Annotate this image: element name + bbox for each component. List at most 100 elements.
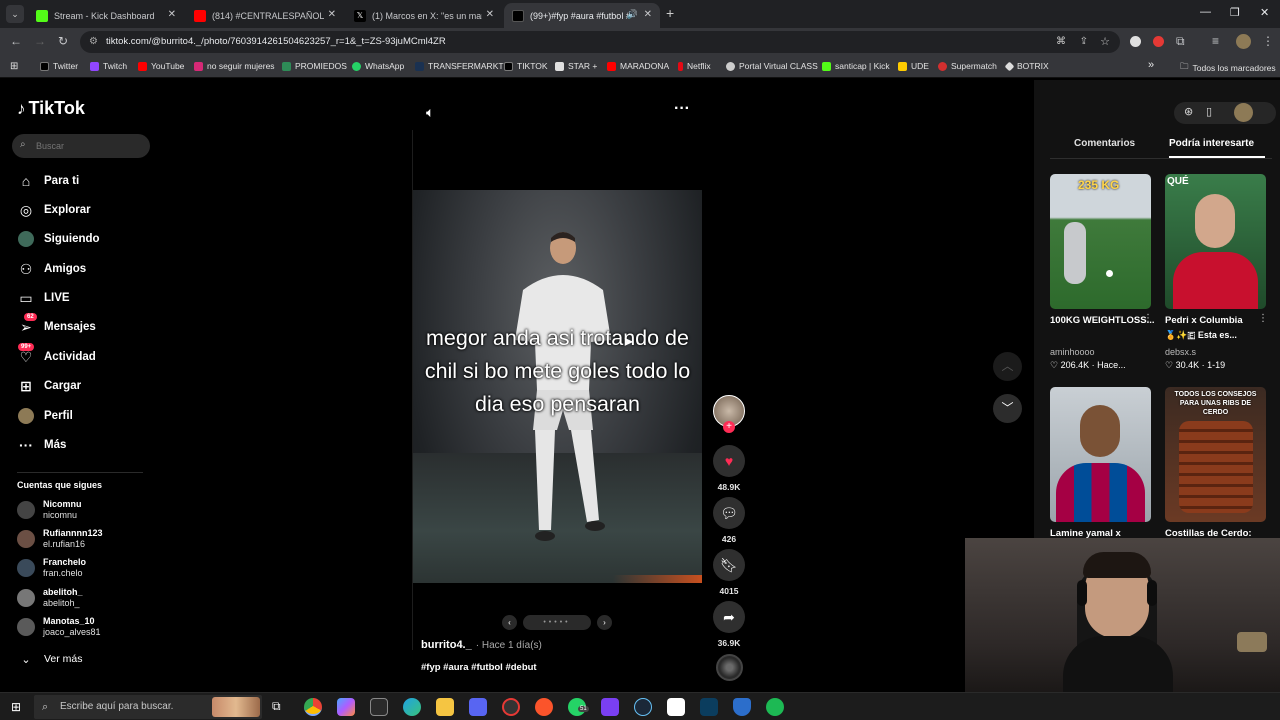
speaker-icon[interactable]: 🔊 — [627, 9, 638, 20]
suggestion-author[interactable]: debsx.s — [1165, 347, 1196, 357]
bookmark-promiedos[interactable]: PROMIEDOS — [282, 61, 347, 71]
windows-start-icon[interactable]: ⊞ — [11, 700, 21, 714]
bookmark-whatsapp[interactable]: WhatsApp — [352, 61, 404, 71]
extensions-puzzle-icon[interactable]: ⧉ — [1176, 34, 1185, 49]
restore-icon[interactable]: ❐ — [1230, 6, 1240, 19]
search-box[interactable]: ⌕ — [12, 134, 150, 158]
suggestion-thumbnail[interactable] — [1050, 387, 1151, 522]
nav-mas[interactable]: ··· Más — [17, 436, 66, 454]
tab-podria-interesarte[interactable]: Podría interesarte — [1169, 138, 1254, 149]
menu-kebab-icon[interactable]: ⋮ — [1262, 34, 1274, 48]
tab-x-twitter[interactable]: 𝕏 (1) Marcos en X: "es un marcad ✕ — [346, 3, 502, 28]
back-icon[interactable]: ← — [10, 34, 22, 48]
share-button[interactable]: ➦ — [713, 601, 745, 633]
epic-games-icon[interactable] — [370, 698, 388, 716]
see-more-button[interactable]: ⌄ Ver más — [17, 650, 82, 668]
translate-icon[interactable]: ⌘ — [1056, 31, 1066, 53]
carousel-next-button[interactable]: › — [597, 615, 612, 630]
bookmark-twitch[interactable]: Twitch — [90, 61, 127, 71]
bookmark-instagram[interactable]: no seguir mujeres — [194, 61, 275, 71]
tab-kick-dashboard[interactable]: Stream - Kick Dashboard ✕ — [28, 3, 184, 28]
site-info-icon[interactable]: ⚙ — [89, 31, 98, 53]
bookmark-button[interactable]: 🔖︎ — [713, 549, 745, 581]
tab-youtube[interactable]: (814) #CENTRALESPAÑOL DEBU ✕ — [186, 3, 344, 28]
scroll-up-button[interactable]: ︿ — [993, 352, 1022, 381]
bookmark-youtube[interactable]: YouTube — [138, 61, 184, 71]
capcut-icon[interactable] — [667, 698, 685, 716]
address-bar[interactable]: ⚙ tiktok.com/@burrito4._/photo/760391426… — [80, 31, 1120, 53]
close-icon[interactable]: ✕ — [644, 9, 652, 20]
steam-icon[interactable] — [634, 698, 652, 716]
more-options-icon[interactable]: ⋮ — [1143, 313, 1153, 324]
phone-icon[interactable]: ▯ — [1206, 105, 1212, 118]
shield-icon[interactable] — [733, 698, 751, 716]
terminal-icon[interactable] — [700, 698, 718, 716]
profile-avatar[interactable] — [1234, 103, 1253, 122]
nav-explorar[interactable]: ◎ Explorar — [17, 201, 91, 219]
profile-avatar[interactable] — [1236, 34, 1251, 49]
post-author[interactable]: burrito4._ — [421, 639, 472, 651]
app-icon[interactable] — [502, 698, 520, 716]
more-options-icon[interactable]: ··· — [674, 100, 690, 118]
brave-icon[interactable] — [535, 698, 553, 716]
bookmark-santicap-kick[interactable]: santicap | Kick — [822, 61, 890, 71]
bookmark-supermatch[interactable]: Supermatch — [938, 61, 997, 71]
forward-icon[interactable]: → — [34, 34, 46, 48]
suggestion-thumbnail[interactable]: QUÉ — [1165, 174, 1266, 309]
bookmark-twitter[interactable]: Twitter — [40, 61, 78, 71]
close-icon[interactable]: ✕ — [486, 9, 494, 20]
nav-amigos[interactable]: ⚇ Amigos — [17, 260, 86, 278]
nav-para-ti[interactable]: ⌂ Para ti — [17, 172, 79, 190]
scroll-down-button[interactable]: ﹀ — [993, 394, 1022, 423]
coin-icon[interactable]: ⊛ — [1184, 105, 1193, 118]
copilot-icon[interactable] — [337, 698, 355, 716]
bookmark-star-icon[interactable]: ☆ — [1100, 31, 1110, 53]
close-icon[interactable]: ✕ — [168, 9, 176, 20]
tiktok-logo[interactable]: ♪ TikTok — [17, 98, 85, 119]
post-image[interactable]: megor anda asi trotando de chil si bo me… — [413, 190, 702, 583]
search-input[interactable] — [36, 138, 144, 154]
reload-icon[interactable]: ↻ — [58, 34, 68, 48]
suggestion-title[interactable]: 100KG WEIGHTLOSS... — [1050, 313, 1155, 328]
install-icon[interactable]: ⇪ — [1080, 31, 1088, 53]
apps-grid-icon[interactable]: ⊞ — [10, 61, 18, 72]
suggestion-title[interactable]: Pedri x Columbia — [1165, 313, 1243, 328]
chrome-icon[interactable] — [304, 698, 322, 716]
bookmark-botrix[interactable]: BOTRIX — [1004, 61, 1049, 71]
bookmarks-overflow-button[interactable]: » — [1148, 59, 1154, 71]
follow-plus-icon[interactable]: + — [723, 421, 735, 433]
task-view-icon[interactable]: ⧉ — [272, 699, 281, 714]
suggestion-thumbnail[interactable]: TODOS LOS CONSEJOS PARA UNAS RIBS DE CER… — [1165, 387, 1266, 522]
close-icon[interactable]: ✕ — [328, 9, 336, 20]
whatsapp-icon[interactable]: 51 — [568, 698, 589, 716]
bookmark-tiktok[interactable]: TIKTOK — [504, 61, 548, 71]
following-item[interactable]: Rufiannnn123 el.rufian16 — [17, 528, 103, 550]
tab-list-button[interactable]: ⌄ — [6, 5, 24, 23]
all-bookmarks-folder[interactable]: 🗀 Todos los marcadores — [1180, 61, 1276, 75]
tab-tiktok-active[interactable]: (99+)#fyp #aura #futbol #d 🔊 ✕ — [504, 3, 660, 28]
nav-cargar[interactable]: ⊞ Cargar — [17, 377, 81, 395]
edge-icon[interactable] — [403, 698, 421, 716]
new-tab-button[interactable]: + — [666, 5, 674, 21]
bookmark-transfermarkt[interactable]: TRANSFERMARKT — [415, 61, 504, 71]
spotify-icon[interactable] — [766, 698, 784, 716]
discord-icon[interactable] — [469, 698, 487, 716]
obsidian-icon[interactable] — [601, 698, 619, 716]
tab-search-icon[interactable]: ≡ — [1212, 34, 1219, 48]
like-button[interactable]: ♥ — [713, 445, 745, 477]
file-explorer-icon[interactable] — [436, 698, 454, 716]
bookmark-maradona[interactable]: MARADONA — [607, 61, 669, 71]
close-window-icon[interactable]: ✕ — [1260, 6, 1269, 19]
carousel-prev-button[interactable]: ‹ — [502, 615, 517, 630]
music-disc-icon[interactable] — [716, 654, 743, 681]
bookmark-netflix[interactable]: Netflix — [678, 61, 711, 71]
suggestion-author[interactable]: aminhoooo — [1050, 347, 1095, 357]
following-item[interactable]: Nicomnu nicomnu — [17, 499, 82, 521]
nav-perfil[interactable]: Perfil — [17, 407, 73, 425]
nav-mensajes[interactable]: ➢ Mensajes 62 — [17, 313, 96, 336]
suggestion-thumbnail[interactable]: 235 KG — [1050, 174, 1151, 309]
bookmark-ude[interactable]: UDE — [898, 61, 929, 71]
bookmark-star-plus[interactable]: STAR + — [555, 61, 597, 71]
following-item[interactable]: Manotas_10 joaco_alves81 — [17, 616, 101, 638]
extension-icon[interactable] — [1130, 36, 1141, 47]
